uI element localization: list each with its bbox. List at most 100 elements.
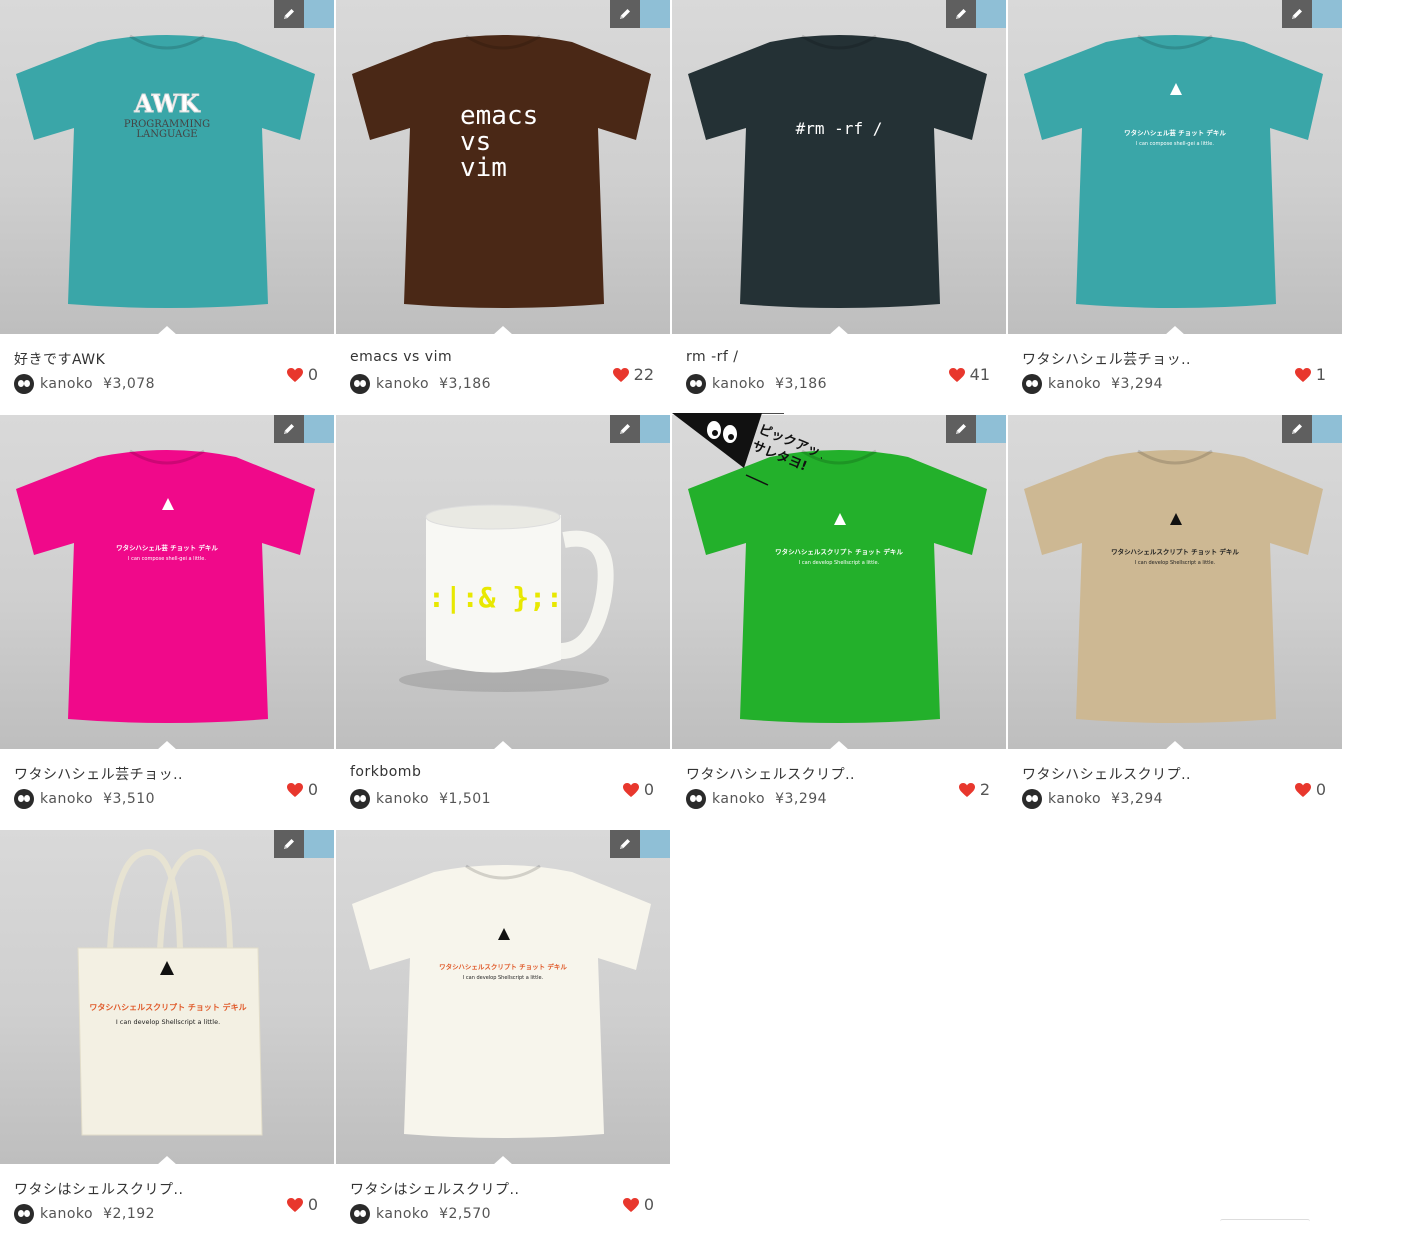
- product-meta: kanoko ¥3,186: [350, 374, 491, 394]
- like-button[interactable]: 0: [1294, 780, 1326, 799]
- heart-icon: [286, 367, 303, 382]
- avatar[interactable]: [350, 1204, 370, 1224]
- product-card[interactable]: ワタシハシェル芸 チョット デキル I can compose shell-ge…: [1008, 0, 1344, 415]
- user-name[interactable]: kanoko: [376, 791, 429, 807]
- product-title[interactable]: forkbomb: [350, 764, 421, 780]
- user-name[interactable]: kanoko: [40, 376, 93, 392]
- like-button[interactable]: 41: [948, 365, 990, 384]
- scroll-indicator[interactable]: [1220, 1219, 1310, 1224]
- like-button[interactable]: 0: [286, 1195, 318, 1214]
- edit-button[interactable]: [274, 415, 304, 443]
- heart-icon: [286, 1197, 303, 1212]
- product-card[interactable]: ワタシハシェルスクリプト チョット デキル I can develop Shel…: [336, 830, 672, 1245]
- design-line3: vim: [460, 153, 507, 183]
- avatar[interactable]: [1022, 789, 1042, 809]
- user-name[interactable]: kanoko: [712, 376, 765, 392]
- user-name[interactable]: kanoko: [376, 376, 429, 392]
- card-notch: [829, 326, 849, 335]
- product-image[interactable]: ワタシハシェル芸 チョット デキル I can compose shell-ge…: [0, 415, 334, 749]
- user-name[interactable]: kanoko: [1048, 376, 1101, 392]
- user-name[interactable]: kanoko: [1048, 791, 1101, 807]
- edit-button[interactable]: [1282, 415, 1312, 443]
- user-name[interactable]: kanoko: [376, 1206, 429, 1222]
- edit-button[interactable]: [274, 0, 304, 28]
- blue-tab-button[interactable]: [304, 0, 334, 28]
- product-meta: kanoko ¥3,186: [686, 374, 827, 394]
- like-button[interactable]: 0: [286, 365, 318, 384]
- product-card[interactable]: emacs vs vim emacs vs vim kanoko ¥3,186 …: [336, 0, 672, 415]
- like-button[interactable]: 22: [612, 365, 654, 384]
- edit-button[interactable]: [610, 0, 640, 28]
- avatar[interactable]: [14, 374, 34, 394]
- card-notch: [157, 326, 177, 335]
- avatar[interactable]: [1022, 374, 1042, 394]
- product-title[interactable]: emacs vs vim: [350, 349, 452, 365]
- edit-button[interactable]: [274, 830, 304, 858]
- blue-tab-button[interactable]: [304, 830, 334, 858]
- blue-tab-button[interactable]: [640, 0, 670, 28]
- edit-button[interactable]: [610, 415, 640, 443]
- avatar[interactable]: [350, 374, 370, 394]
- product-image[interactable]: emacs vs vim: [336, 0, 670, 334]
- avatar[interactable]: [686, 789, 706, 809]
- product-image[interactable]: AWK PROGRAMMING LANGUAGE: [0, 0, 334, 334]
- product-meta: kanoko ¥3,294: [686, 789, 827, 809]
- product-image[interactable]: #rm -rf /: [672, 0, 1006, 334]
- edit-button[interactable]: [946, 415, 976, 443]
- design-jp: ワタシハシェル芸 チョット デキル: [1124, 128, 1226, 137]
- edit-button[interactable]: [1282, 0, 1312, 28]
- product-title[interactable]: ワタシはシェルスクリプ..: [14, 1179, 183, 1199]
- design-main: #rm -rf /: [796, 119, 883, 138]
- blue-tab-button[interactable]: [304, 415, 334, 443]
- blue-tab-button[interactable]: [976, 415, 1006, 443]
- user-name[interactable]: kanoko: [712, 791, 765, 807]
- product-card[interactable]: AWK PROGRAMMING LANGUAGE 好きですAWK kanoko …: [0, 0, 336, 415]
- product-title[interactable]: ワタシハシェルスクリプ..: [686, 764, 855, 784]
- blue-tab-button[interactable]: [1312, 415, 1342, 443]
- like-button[interactable]: 0: [622, 780, 654, 799]
- blue-tab-button[interactable]: [640, 830, 670, 858]
- card-notch: [493, 326, 513, 335]
- avatar[interactable]: [14, 1204, 34, 1224]
- like-button[interactable]: 1: [1294, 365, 1326, 384]
- tshirt-image: emacs vs vim: [352, 34, 651, 308]
- product-title[interactable]: 好きですAWK: [14, 349, 105, 369]
- product-image[interactable]: ワタシハシェルスクリプト チョット デキル I can develop Shel…: [1008, 415, 1342, 749]
- product-title[interactable]: ワタシハシェル芸チョッ..: [14, 764, 183, 784]
- product-title[interactable]: rm -rf /: [686, 349, 739, 365]
- product-card[interactable]: ワタシハシェルスクリプト チョット デキル I can develop Shel…: [1008, 415, 1344, 830]
- heart-icon: [286, 782, 303, 797]
- product-image[interactable]: :|:& };:: [336, 415, 670, 749]
- product-image[interactable]: ワタシハシェルスクリプト チョット デキル I can develop Shel…: [672, 415, 1006, 749]
- product-card[interactable]: ワタシハシェルスクリプト チョット デキル I can develop Shel…: [672, 415, 1008, 830]
- like-count: 22: [633, 365, 654, 384]
- blue-tab-button[interactable]: [1312, 0, 1342, 28]
- edit-button[interactable]: [610, 830, 640, 858]
- product-image[interactable]: ワタシハシェルスクリプト チョット デキル I can develop Shel…: [0, 830, 334, 1164]
- product-title[interactable]: ワタシハシェル芸チョッ..: [1022, 349, 1191, 369]
- card-tools: [610, 0, 670, 28]
- product-title[interactable]: ワタシハシェルスクリプ..: [1022, 764, 1191, 784]
- avatar[interactable]: [14, 789, 34, 809]
- product-image[interactable]: ワタシハシェルスクリプト チョット デキル I can develop Shel…: [336, 830, 670, 1164]
- product-card[interactable]: ワタシハシェル芸 チョット デキル I can compose shell-ge…: [0, 415, 336, 830]
- blue-tab-button[interactable]: [976, 0, 1006, 28]
- like-button[interactable]: 2: [958, 780, 990, 799]
- product-title[interactable]: ワタシはシェルスクリプ..: [350, 1179, 519, 1199]
- avatar[interactable]: [686, 374, 706, 394]
- like-button[interactable]: 0: [622, 1195, 654, 1214]
- edit-button[interactable]: [946, 0, 976, 28]
- tshirt-image: #rm -rf /: [688, 34, 987, 308]
- like-button[interactable]: 0: [286, 780, 318, 799]
- avatar[interactable]: [350, 789, 370, 809]
- product-card[interactable]: ワタシハシェルスクリプト チョット デキル I can develop Shel…: [0, 830, 336, 1245]
- user-name[interactable]: kanoko: [40, 791, 93, 807]
- product-card[interactable]: :|:& };: forkbomb kanoko ¥1,501 0: [336, 415, 672, 830]
- product-card[interactable]: #rm -rf / rm -rf / kanoko ¥3,186 41: [672, 0, 1008, 415]
- blue-tab-button[interactable]: [640, 415, 670, 443]
- card-tools: [274, 0, 334, 28]
- card-notch: [493, 1156, 513, 1165]
- user-name[interactable]: kanoko: [40, 1206, 93, 1222]
- tshirt-image: ワタシハシェル芸 チョット デキル I can compose shell-ge…: [1024, 34, 1323, 308]
- product-image[interactable]: ワタシハシェル芸 チョット デキル I can compose shell-ge…: [1008, 0, 1342, 334]
